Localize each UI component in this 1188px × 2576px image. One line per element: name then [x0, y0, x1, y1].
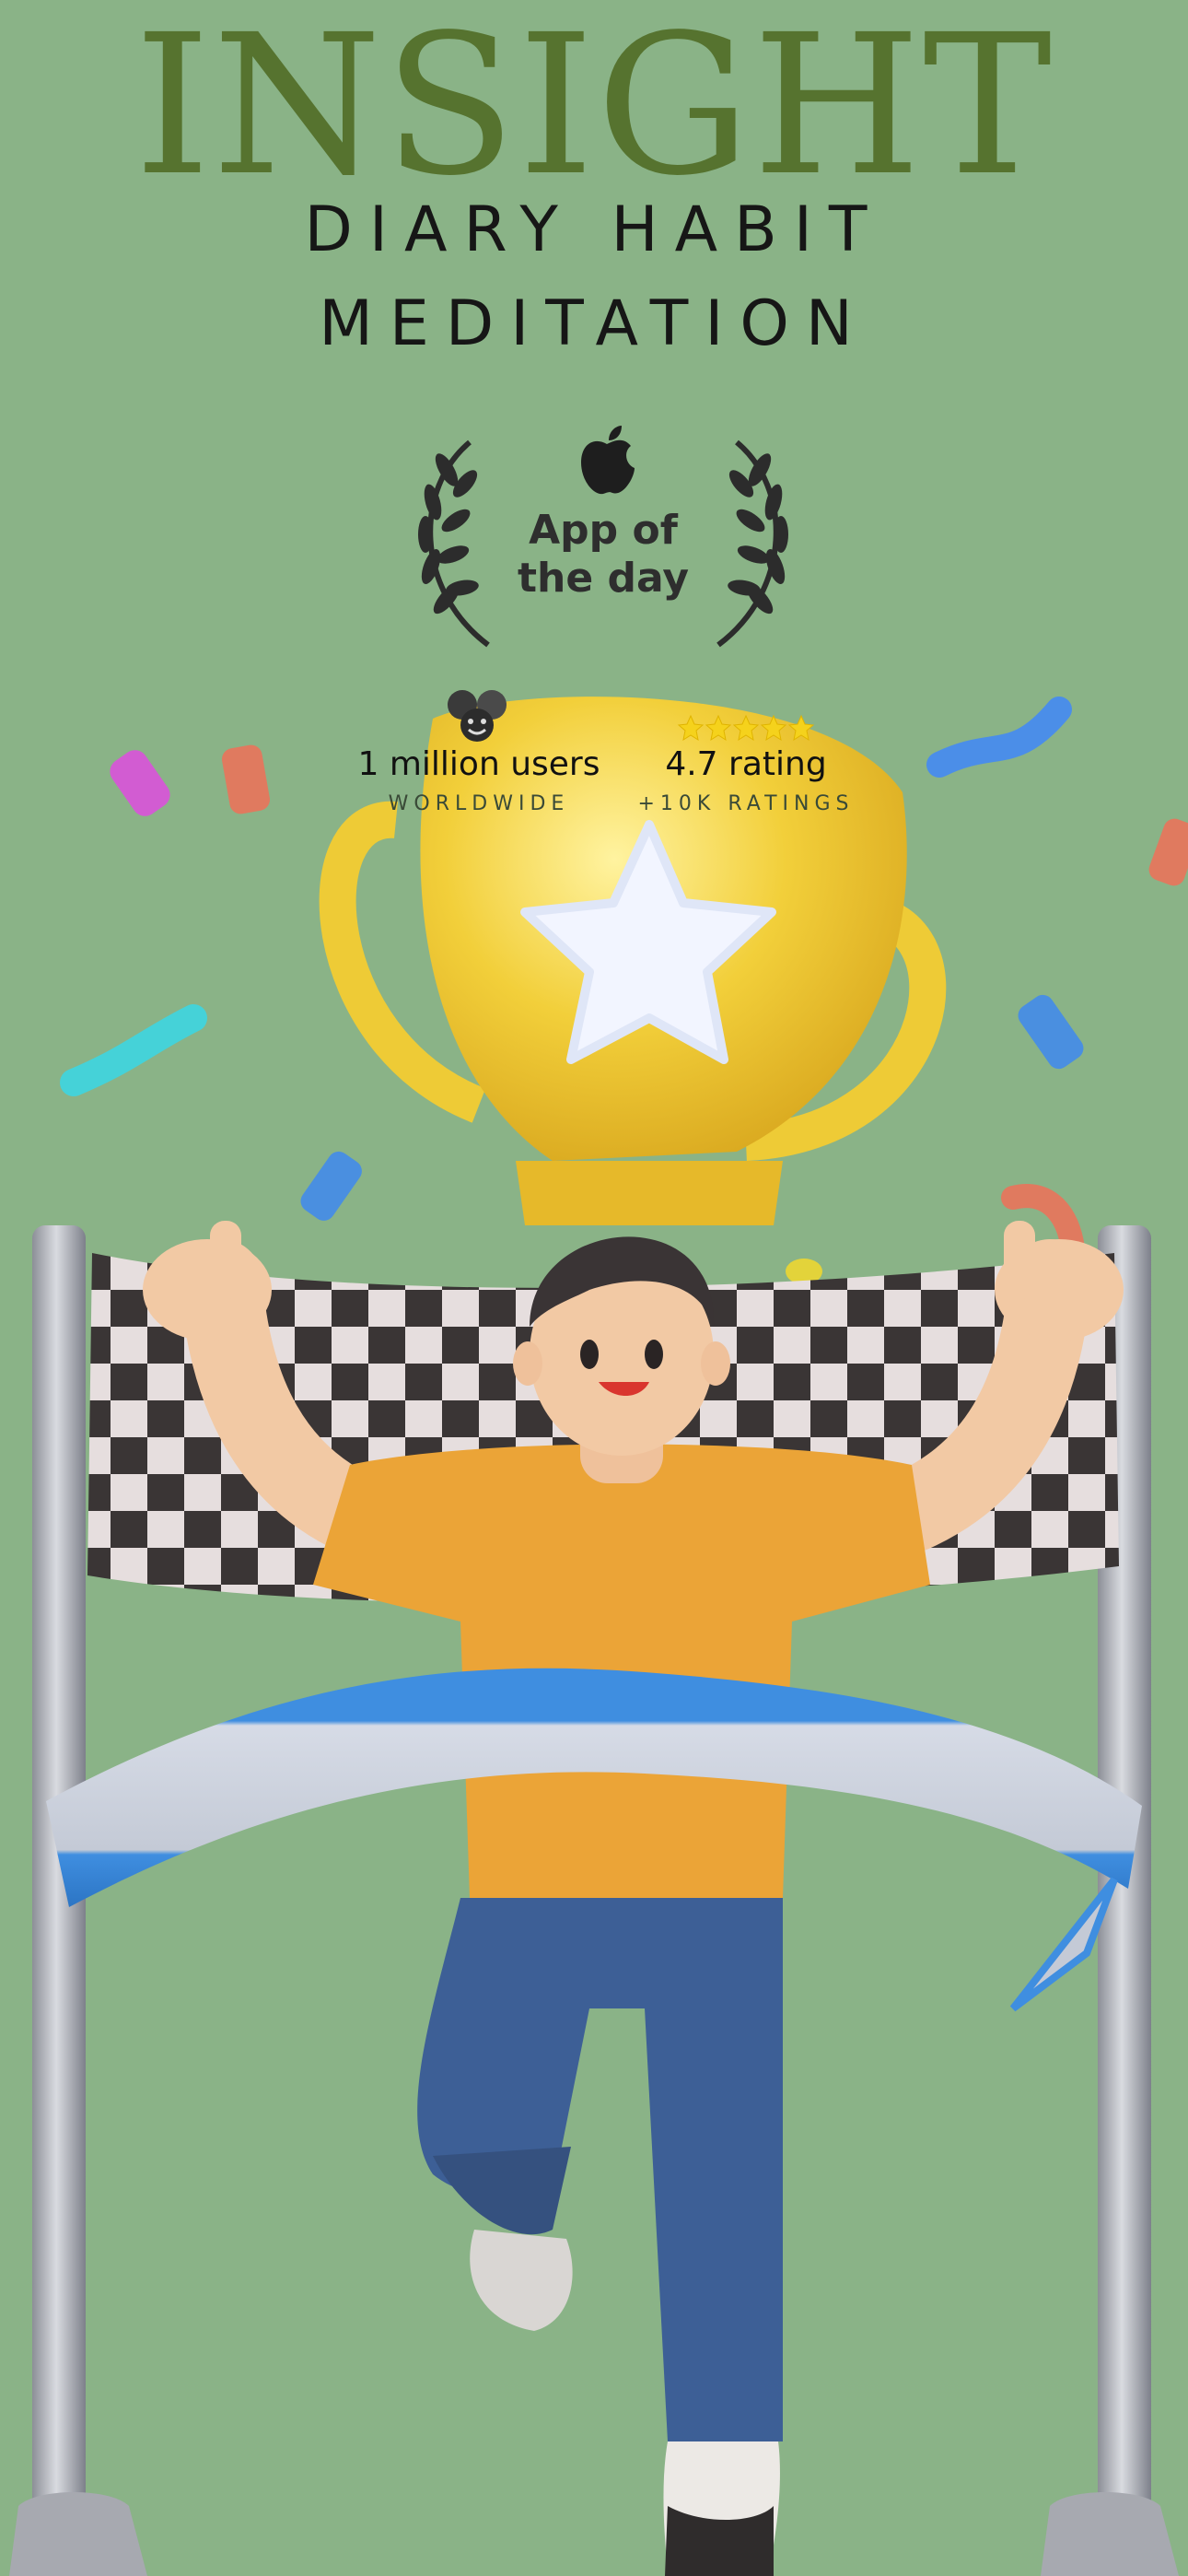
finish-line-illustration	[9, 697, 1188, 2576]
five-stars-icon	[617, 714, 875, 745]
award-line-2: the day	[517, 555, 690, 602]
users-stat-caption: WORLDWIDE	[388, 792, 570, 815]
app-of-the-day-badge: App of the day	[387, 424, 820, 663]
rating-stat: 4.7 rating +10K RATINGS	[617, 714, 875, 815]
tagline-line-2: MEDITATION	[319, 287, 869, 360]
users-faces-icon	[448, 690, 507, 742]
users-stat-value: 1 million users	[357, 745, 600, 783]
apple-icon	[581, 426, 635, 495]
tagline-line-1: DIARY HABIT	[304, 193, 884, 266]
rating-stat-caption: +10K RATINGS	[637, 792, 855, 815]
rating-stat-value: 4.7 rating	[665, 745, 827, 783]
users-stat: 1 million users WORLDWIDE	[341, 686, 617, 815]
award-line-1: App of	[529, 507, 678, 554]
app-title: INSIGHT	[134, 0, 1054, 218]
